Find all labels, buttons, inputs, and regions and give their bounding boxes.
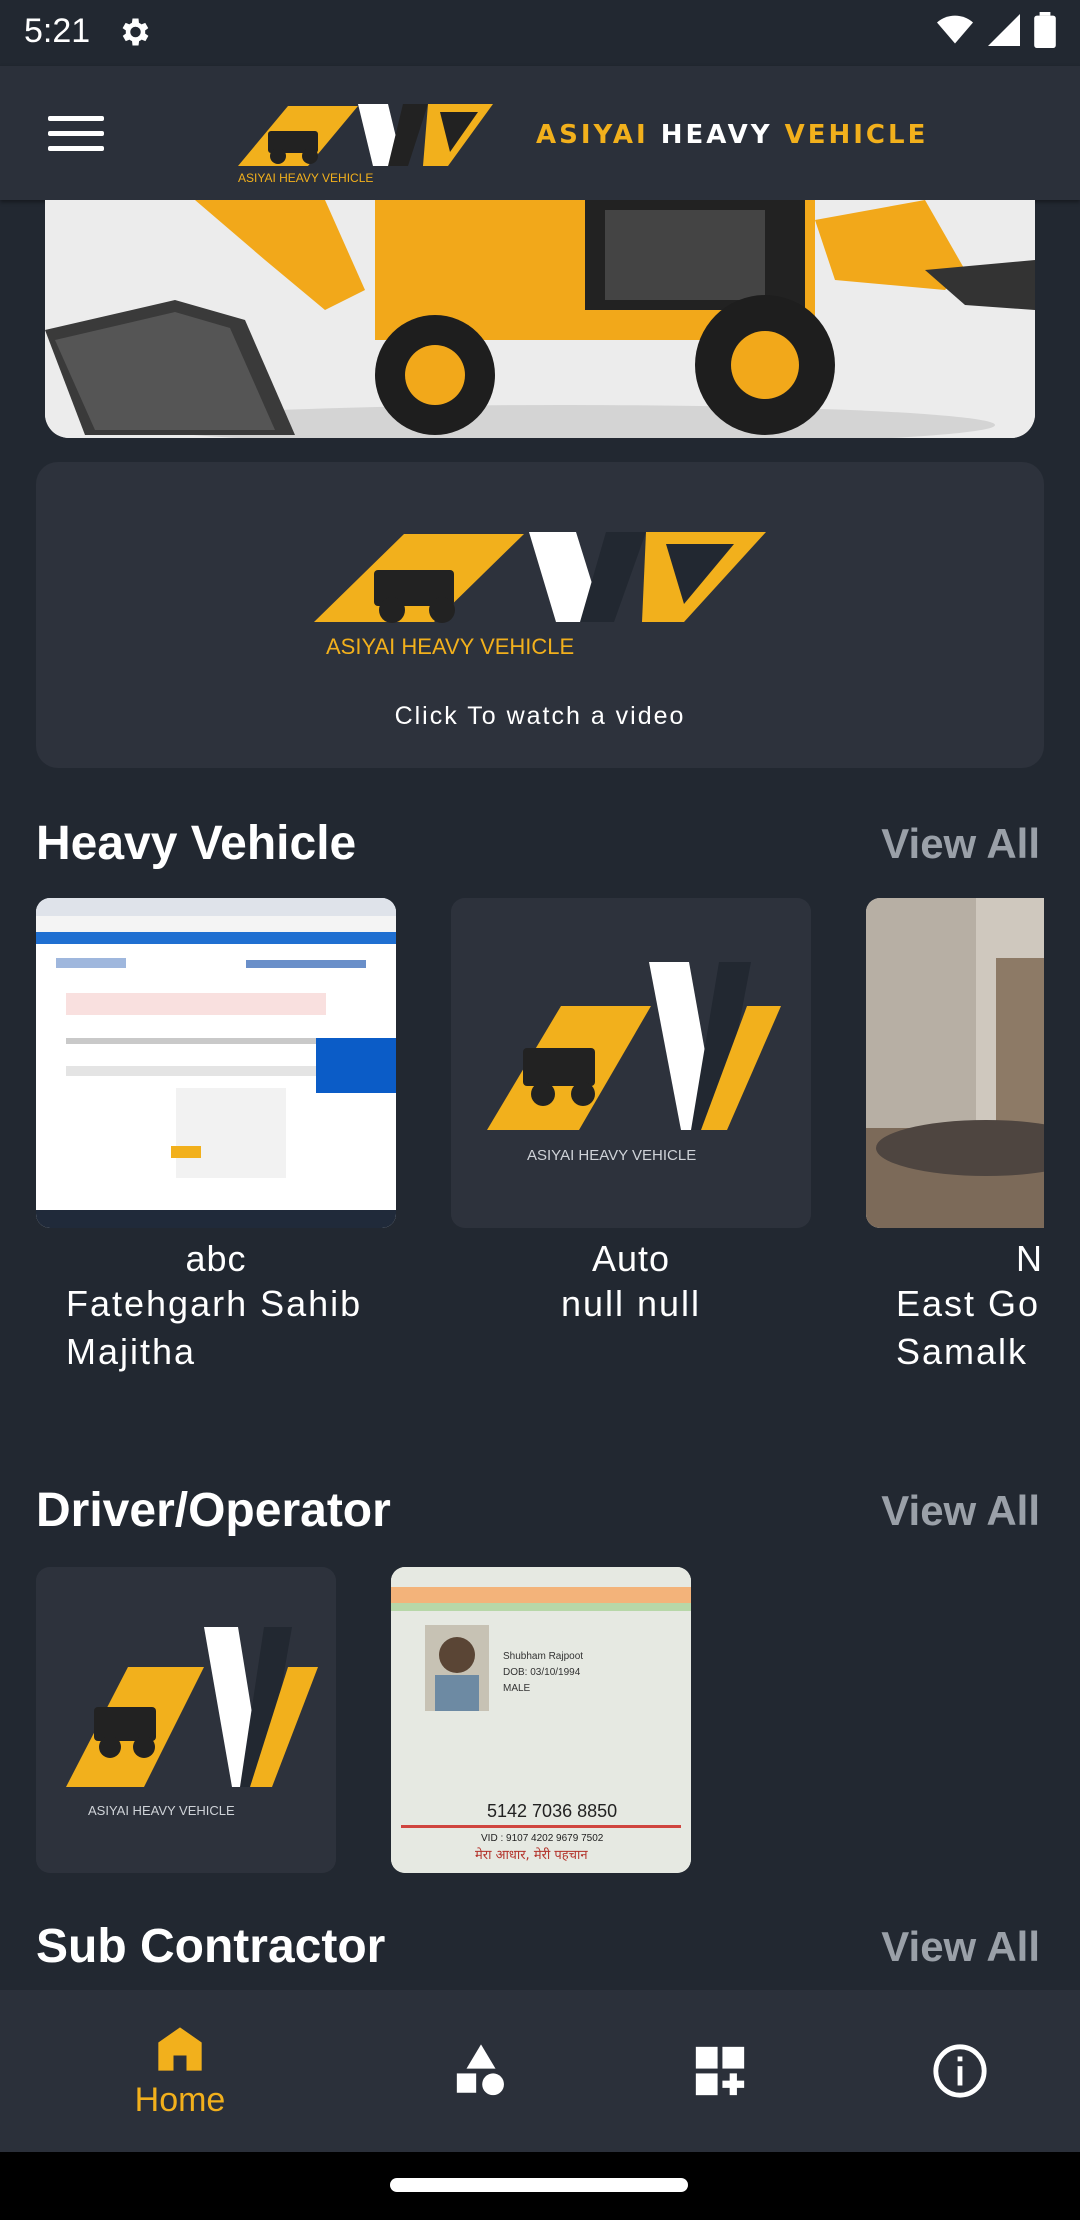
video-caption[interactable]: Click To watch a video (36, 702, 1044, 731)
vehicle-thumbnail (866, 898, 1044, 1228)
vehicle-card[interactable]: abc Fatehgarh Sahib Majitha (36, 898, 396, 1376)
thumb-logo-text: ASIYAI HEAVY VEHICLE (88, 1803, 235, 1818)
battery-icon (1034, 12, 1056, 48)
id-name: Shubham Rajpoot (503, 1651, 583, 1662)
id-tagline: मेरा आधार, मेरी पहचान (475, 1847, 588, 1863)
id-dob: DOB: 03/10/1994 (503, 1667, 581, 1678)
backhoe-loader-image (45, 200, 1035, 438)
id-gender: MALE (503, 1683, 531, 1694)
sub-contractor-view-all[interactable]: View All (881, 1923, 1040, 1971)
brand-logo-placeholder: ASIYAI HEAVY VEHICLE (36, 1567, 336, 1873)
id-number: 5142 7036 8850 (487, 1801, 617, 1821)
home-icon (158, 2026, 202, 2071)
nav-add[interactable] (585, 1990, 855, 2152)
vehicle-location-line1: null null (560, 1283, 702, 1324)
brand-word-3: VEHICLE (784, 120, 929, 150)
driver-operator-view-all[interactable]: View All (881, 1487, 1040, 1535)
gesture-bar (0, 2152, 1080, 2220)
brand-logo-large: ASIYAI HEAVY VEHICLE (314, 532, 766, 659)
status-bar: 5:21 (0, 0, 1080, 66)
id-vid: VID : 9107 4202 9679 7502 (481, 1833, 604, 1844)
brand-word-1: ASIYAI (536, 120, 649, 150)
brand-logo[interactable]: ASIYAI HEAVY VEHICLE (228, 86, 498, 186)
vehicle-location-line1: Fatehgarh Sahib (66, 1283, 363, 1324)
vehicle-name: abc (185, 1238, 247, 1279)
nav-categories[interactable] (346, 1990, 616, 2152)
sub-contractor-title: Sub Contractor (36, 1920, 386, 1973)
vehicle-thumbnail: ASIYAI HEAVY VEHICLE (451, 898, 811, 1228)
id-card-image: Shubham Rajpoot DOB: 03/10/1994 MALE 514… (391, 1567, 691, 1873)
home-gesture-handle[interactable] (390, 2178, 688, 2192)
heavy-vehicle-list: abc Fatehgarh Sahib Majitha ASIYAI HEAVY… (36, 898, 1044, 1378)
screenshot-image (36, 898, 396, 1228)
nav-home-label: Home (134, 2080, 226, 2119)
signal-icon (988, 14, 1020, 46)
vehicle-card[interactable]: N East Go Samalk (866, 898, 1044, 1376)
brand-word-2: HEAVY (660, 120, 773, 150)
vehicle-location-line2: Samalk (896, 1331, 1029, 1372)
vehicle-location-line2: Majitha (66, 1331, 197, 1372)
vehicle-name: Auto (591, 1238, 671, 1279)
status-time: 5:21 (24, 12, 91, 50)
room-photo (866, 898, 1044, 1228)
vehicle-name: N (1016, 1238, 1043, 1279)
vehicle-location-line1: East Go (896, 1283, 1041, 1324)
bottom-navigation: Home (0, 1990, 1080, 2152)
vehicle-thumbnail (36, 898, 396, 1228)
hero-banner[interactable] (45, 200, 1035, 438)
video-card[interactable]: ASIYAI HEAVY VEHICLE Click To watch a vi… (36, 462, 1044, 768)
vehicle-card[interactable]: ASIYAI HEAVY VEHICLE Auto null null (451, 898, 811, 1328)
menu-icon[interactable] (48, 116, 104, 152)
driver-card[interactable]: Shubham Rajpoot DOB: 03/10/1994 MALE 514… (391, 1567, 691, 1873)
driver-operator-title: Driver/Operator (36, 1484, 391, 1537)
heavy-vehicle-title: Heavy Vehicle (36, 817, 357, 870)
app-bar: ASIYAI HEAVY VEHICLE ASIYAI HEAVY VEHICL… (0, 66, 1080, 200)
wifi-icon (937, 15, 973, 44)
video-logo-text: ASIYAI HEAVY VEHICLE (326, 634, 574, 659)
brand-logo-placeholder: ASIYAI HEAVY VEHICLE (451, 898, 811, 1228)
add-widget-icon (695, 2046, 745, 2096)
brand-title: ASIYAI HEAVY VEHICLE (536, 120, 928, 150)
settings-gear-icon (122, 18, 149, 46)
driver-card[interactable]: ASIYAI HEAVY VEHICLE (36, 1567, 336, 1873)
shapes-icon (456, 2044, 504, 2096)
nav-info[interactable] (825, 1990, 1080, 2152)
heavy-vehicle-view-all[interactable]: View All (881, 820, 1040, 868)
nav-home[interactable]: Home (45, 1990, 315, 2152)
info-icon (933, 2044, 987, 2098)
logo-text: ASIYAI HEAVY VEHICLE (238, 171, 373, 185)
thumb-logo-text: ASIYAI HEAVY VEHICLE (527, 1147, 696, 1164)
